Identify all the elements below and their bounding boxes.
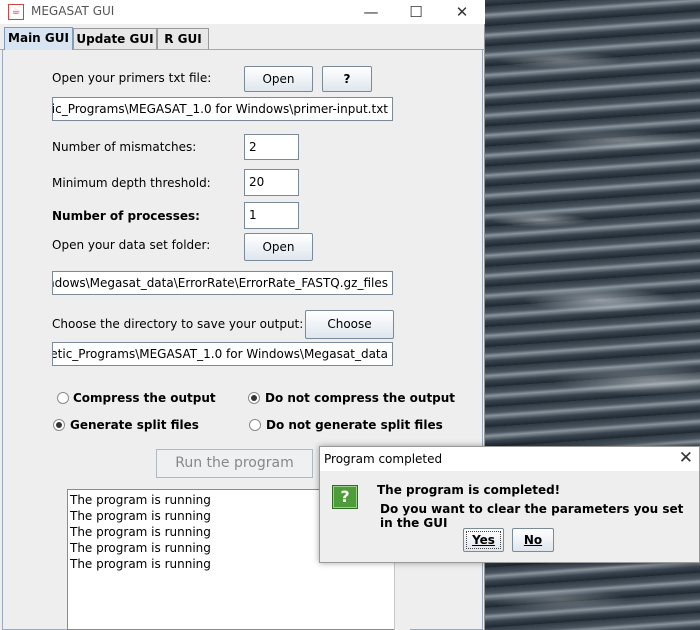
dialog-close-button[interactable]: ✕	[679, 448, 693, 468]
depth-input[interactable]: 20	[244, 169, 299, 196]
processes-label: Number of processes:	[52, 209, 200, 223]
question-icon: ?	[332, 485, 358, 509]
dataset-label: Open your data set folder:	[52, 238, 211, 252]
dataset-path-field[interactable]: Windows\Megasat_data\ErrorRate\ErrorRate…	[52, 271, 393, 295]
yes-button[interactable]: Yes	[463, 528, 504, 552]
help-button[interactable]: ?	[322, 66, 372, 92]
no-compress-label: Do not compress the output	[265, 391, 456, 405]
window-title: MEGASAT GUI	[31, 4, 115, 18]
processes-input[interactable]: 1	[244, 202, 299, 229]
split-label: Generate split files	[70, 418, 199, 432]
mismatches-label: Number of mismatches:	[52, 140, 197, 154]
dialog-message-body: Do you want to clear the parameters you …	[380, 502, 684, 530]
mismatches-input[interactable]: 2	[244, 134, 299, 160]
no-compress-radio[interactable]	[248, 392, 260, 404]
maximize-button[interactable]: ☐	[393, 0, 439, 24]
close-button[interactable]: ✕	[439, 0, 485, 24]
no-split-label: Do not generate split files	[266, 418, 443, 432]
tab-strip: Main GUI Update GUI R GUI	[0, 27, 485, 50]
dialog-title-bar[interactable]: Program completed ✕	[320, 447, 699, 471]
output-label: Choose the directory to save your output…	[52, 317, 304, 331]
open-primers-button[interactable]: Open	[244, 66, 313, 92]
no-button[interactable]: No	[512, 528, 554, 552]
primers-path-field[interactable]: Genetic_Programs\MEGASAT_1.0 for Windows…	[52, 97, 393, 121]
primers-label: Open your primers txt file:	[52, 71, 212, 85]
tab-r-gui[interactable]: R GUI	[157, 28, 209, 49]
compress-label: Compress the output	[73, 391, 216, 405]
tab-main-gui[interactable]: Main GUI	[4, 27, 73, 50]
choose-output-button[interactable]: Choose	[305, 310, 394, 339]
title-bar[interactable]: ☕ MEGASAT GUI — ☐ ✕	[0, 0, 485, 24]
java-icon: ☕	[8, 4, 24, 20]
output-path-field[interactable]: Genetic_Programs\MEGASAT_1.0 for Windows…	[52, 342, 393, 366]
tab-update-gui[interactable]: Update GUI	[73, 28, 157, 49]
depth-label: Minimum depth threshold:	[52, 176, 211, 190]
split-radio[interactable]	[53, 419, 65, 431]
dialog-title: Program completed	[324, 452, 443, 466]
compress-radio[interactable]	[57, 392, 69, 404]
program-completed-dialog: Program completed ✕ ? The program is com…	[319, 446, 700, 563]
no-split-radio[interactable]	[249, 419, 261, 431]
open-dataset-button[interactable]: Open	[244, 233, 313, 261]
run-program-button[interactable]: Run the program	[156, 449, 313, 478]
minimize-button[interactable]: —	[348, 0, 394, 24]
dialog-message-title: The program is completed!	[377, 483, 561, 497]
